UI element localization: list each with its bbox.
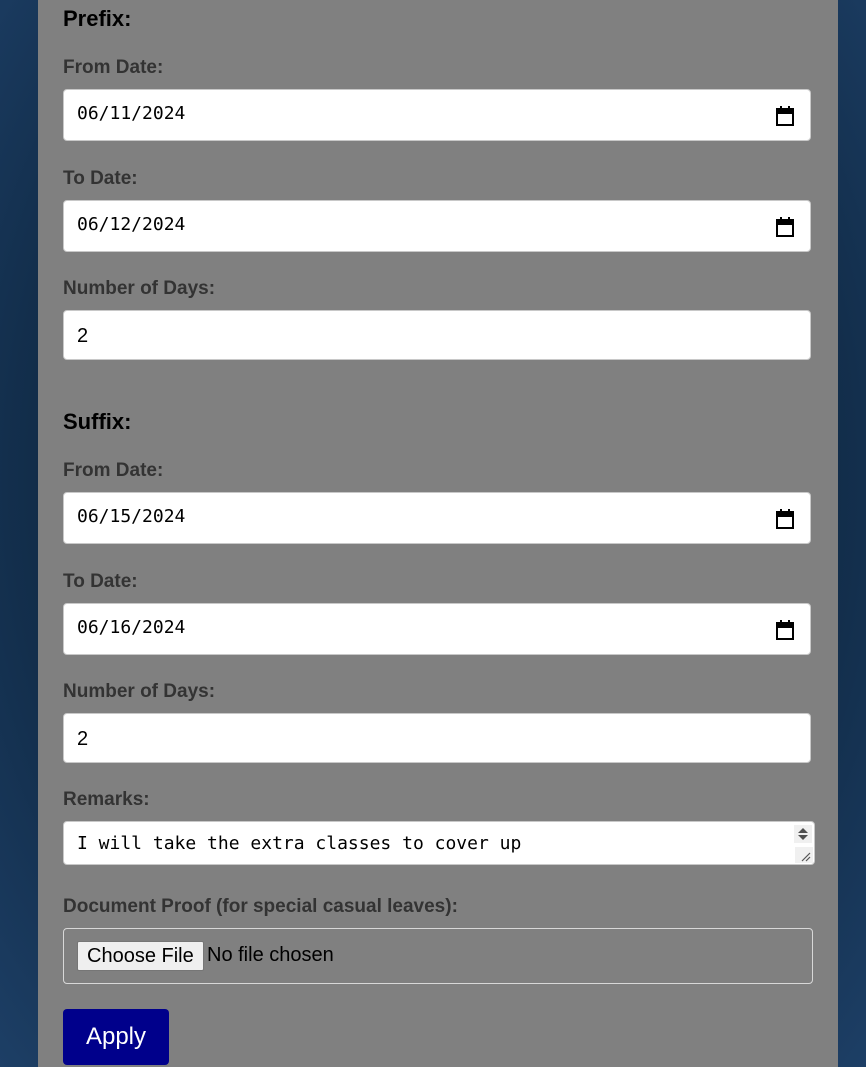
- prefix-section-title: Prefix:: [63, 6, 132, 31]
- prefix-days-input[interactable]: 2: [63, 310, 811, 360]
- suffix-from-date-input[interactable]: 06/15/2024: [63, 492, 811, 544]
- remarks-label: Remarks:: [63, 789, 150, 810]
- suffix-to-date-value: 06/16/2024: [77, 617, 186, 638]
- suffix-from-date-label: From Date:: [63, 460, 164, 481]
- file-status-text: No file chosen: [207, 944, 334, 966]
- suffix-from-date-value: 06/15/2024: [77, 506, 186, 527]
- resize-handle-icon[interactable]: [795, 847, 813, 863]
- choose-file-button[interactable]: Choose File: [77, 941, 204, 971]
- suffix-days-input[interactable]: 2: [63, 713, 811, 763]
- calendar-icon[interactable]: [776, 217, 794, 237]
- spinner-arrows-icon[interactable]: [794, 825, 812, 843]
- suffix-days-label: Number of Days:: [63, 681, 216, 702]
- calendar-icon[interactable]: [776, 620, 794, 640]
- leave-form-panel: Prefix: From Date: 06/11/2024 To Date: 0…: [38, 0, 838, 1067]
- document-file-input[interactable]: Choose File No file chosen: [63, 928, 813, 984]
- remarks-value: I will take the extra classes to cover u…: [77, 833, 522, 854]
- prefix-to-date-label: To Date:: [63, 168, 138, 189]
- prefix-from-date-value: 06/11/2024: [77, 103, 186, 124]
- prefix-from-date-input[interactable]: 06/11/2024: [63, 89, 811, 141]
- prefix-to-date-value: 06/12/2024: [77, 214, 186, 235]
- prefix-days-value: 2: [77, 325, 89, 347]
- remarks-textarea[interactable]: I will take the extra classes to cover u…: [63, 821, 815, 865]
- apply-button[interactable]: Apply: [63, 1009, 169, 1065]
- document-proof-label: Document Proof (for special casual leave…: [63, 896, 458, 917]
- suffix-to-date-label: To Date:: [63, 571, 138, 592]
- suffix-to-date-input[interactable]: 06/16/2024: [63, 603, 811, 655]
- suffix-days-value: 2: [77, 728, 89, 750]
- calendar-icon[interactable]: [776, 106, 794, 126]
- prefix-to-date-input[interactable]: 06/12/2024: [63, 200, 811, 252]
- prefix-days-label: Number of Days:: [63, 278, 216, 299]
- calendar-icon[interactable]: [776, 509, 794, 529]
- prefix-from-date-label: From Date:: [63, 57, 164, 78]
- suffix-section-title: Suffix:: [63, 409, 132, 434]
